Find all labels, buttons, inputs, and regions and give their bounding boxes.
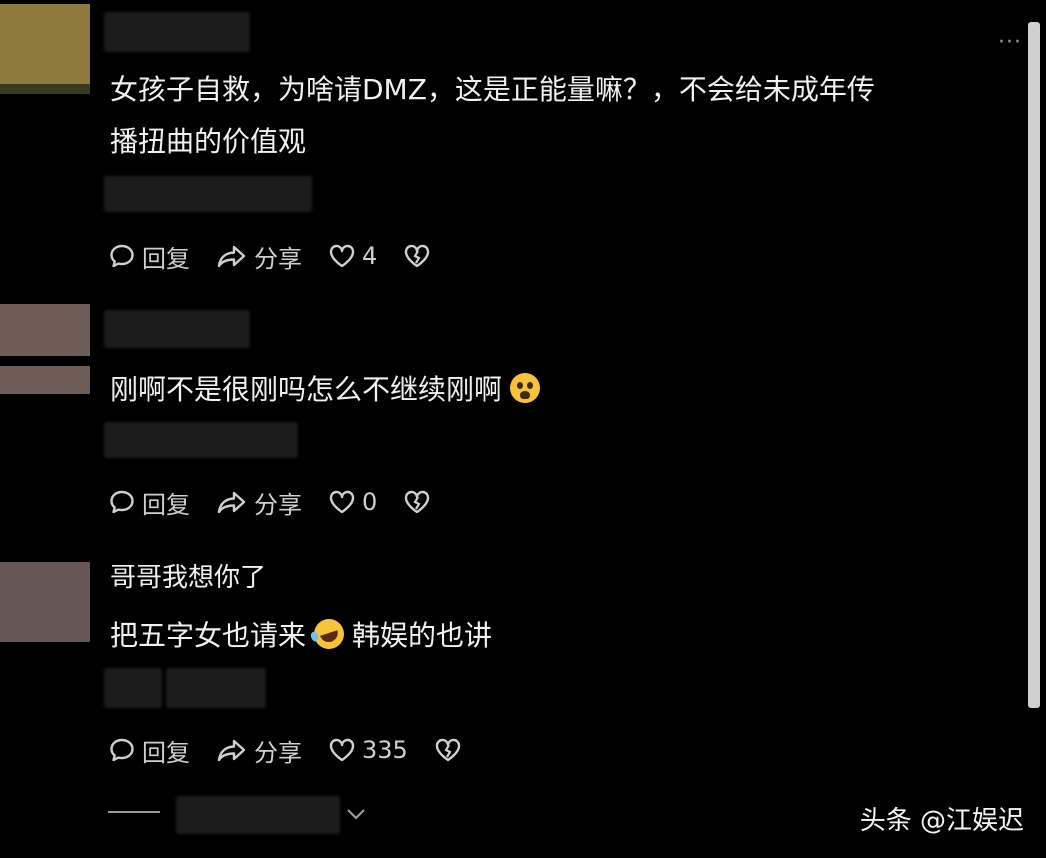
timestamp-redacted	[104, 176, 312, 212]
comment-text: 女孩子自救，为啥请DMZ，这是正能量嘛？，不会给未成年传	[110, 73, 875, 106]
share-arrow-icon	[217, 491, 246, 514]
rolling-laugh-emoji-icon	[310, 615, 348, 653]
avatar-bottom	[0, 366, 90, 394]
reply-label: 回复	[142, 738, 190, 767]
expand-replies-redacted[interactable]	[176, 796, 340, 834]
comment-text-part1: 把五字女也请来	[110, 619, 307, 652]
comment-actions: 回复 分享 0	[108, 484, 457, 520]
reply-label: 回复	[142, 244, 190, 273]
reply-button[interactable]: 回复	[108, 733, 190, 768]
comment-text: 刚啊不是很刚吗怎么不继续刚啊	[110, 364, 541, 416]
comment-text-content: 刚啊不是很刚吗怎么不继续刚啊	[110, 373, 503, 406]
share-button[interactable]: 分享	[216, 239, 302, 274]
dislike-button[interactable]	[403, 488, 431, 516]
reply-button[interactable]: 回复	[108, 485, 190, 520]
avatar[interactable]	[0, 562, 90, 642]
timestamp-redacted	[166, 668, 266, 708]
broken-heart-icon	[435, 738, 461, 762]
chevron-down-icon[interactable]	[344, 804, 368, 824]
like-button[interactable]: 0	[328, 488, 377, 516]
quoted-text: 哥哥我想你了	[110, 563, 267, 593]
comment-actions: 回复 分享 335	[108, 732, 488, 768]
timestamp-redacted	[104, 422, 298, 458]
broken-heart-icon	[405, 490, 430, 514]
speech-bubble-icon	[110, 490, 134, 514]
share-button[interactable]: 分享	[216, 485, 302, 520]
share-button[interactable]: 分享	[216, 733, 302, 768]
timestamp-redacted	[104, 668, 162, 708]
speech-bubble-icon	[110, 738, 134, 762]
replies-divider	[108, 811, 160, 813]
username-redacted[interactable]	[104, 310, 250, 348]
like-count: 4	[362, 242, 378, 270]
share-arrow-icon	[217, 245, 246, 268]
comment-text: 播扭曲的价值观	[110, 125, 307, 158]
like-count: 335	[362, 736, 408, 764]
dislike-button[interactable]	[403, 242, 431, 270]
speech-bubble-icon	[110, 244, 134, 268]
comment-text-part2: 韩娱的也讲	[352, 619, 493, 652]
avatar[interactable]	[0, 4, 90, 84]
broken-heart-icon	[405, 244, 430, 268]
comment-actions: 回复 分享 4	[108, 238, 457, 274]
watermark: 头条 @江娱迟	[859, 806, 1024, 836]
share-arrow-icon	[217, 739, 246, 762]
like-button[interactable]: 335	[328, 736, 408, 764]
reply-label: 回复	[142, 490, 190, 519]
comment-text: 把五字女也请来 韩娱的也讲	[110, 610, 492, 662]
scared-face-emoji-icon	[510, 373, 541, 403]
share-label: 分享	[254, 244, 302, 273]
reply-button[interactable]: 回复	[108, 239, 190, 274]
like-count: 0	[362, 488, 378, 516]
share-label: 分享	[254, 738, 302, 767]
username-redacted[interactable]	[104, 12, 250, 52]
heart-icon	[329, 490, 355, 514]
avatar-border	[0, 84, 90, 94]
heart-icon	[329, 244, 355, 268]
dislike-button[interactable]	[434, 736, 462, 764]
more-options-icon[interactable]: ···	[998, 30, 1022, 55]
like-button[interactable]: 4	[328, 242, 377, 270]
avatar[interactable]	[0, 304, 90, 356]
share-label: 分享	[254, 490, 302, 519]
scrollbar[interactable]	[1028, 22, 1040, 708]
heart-icon	[329, 738, 355, 762]
